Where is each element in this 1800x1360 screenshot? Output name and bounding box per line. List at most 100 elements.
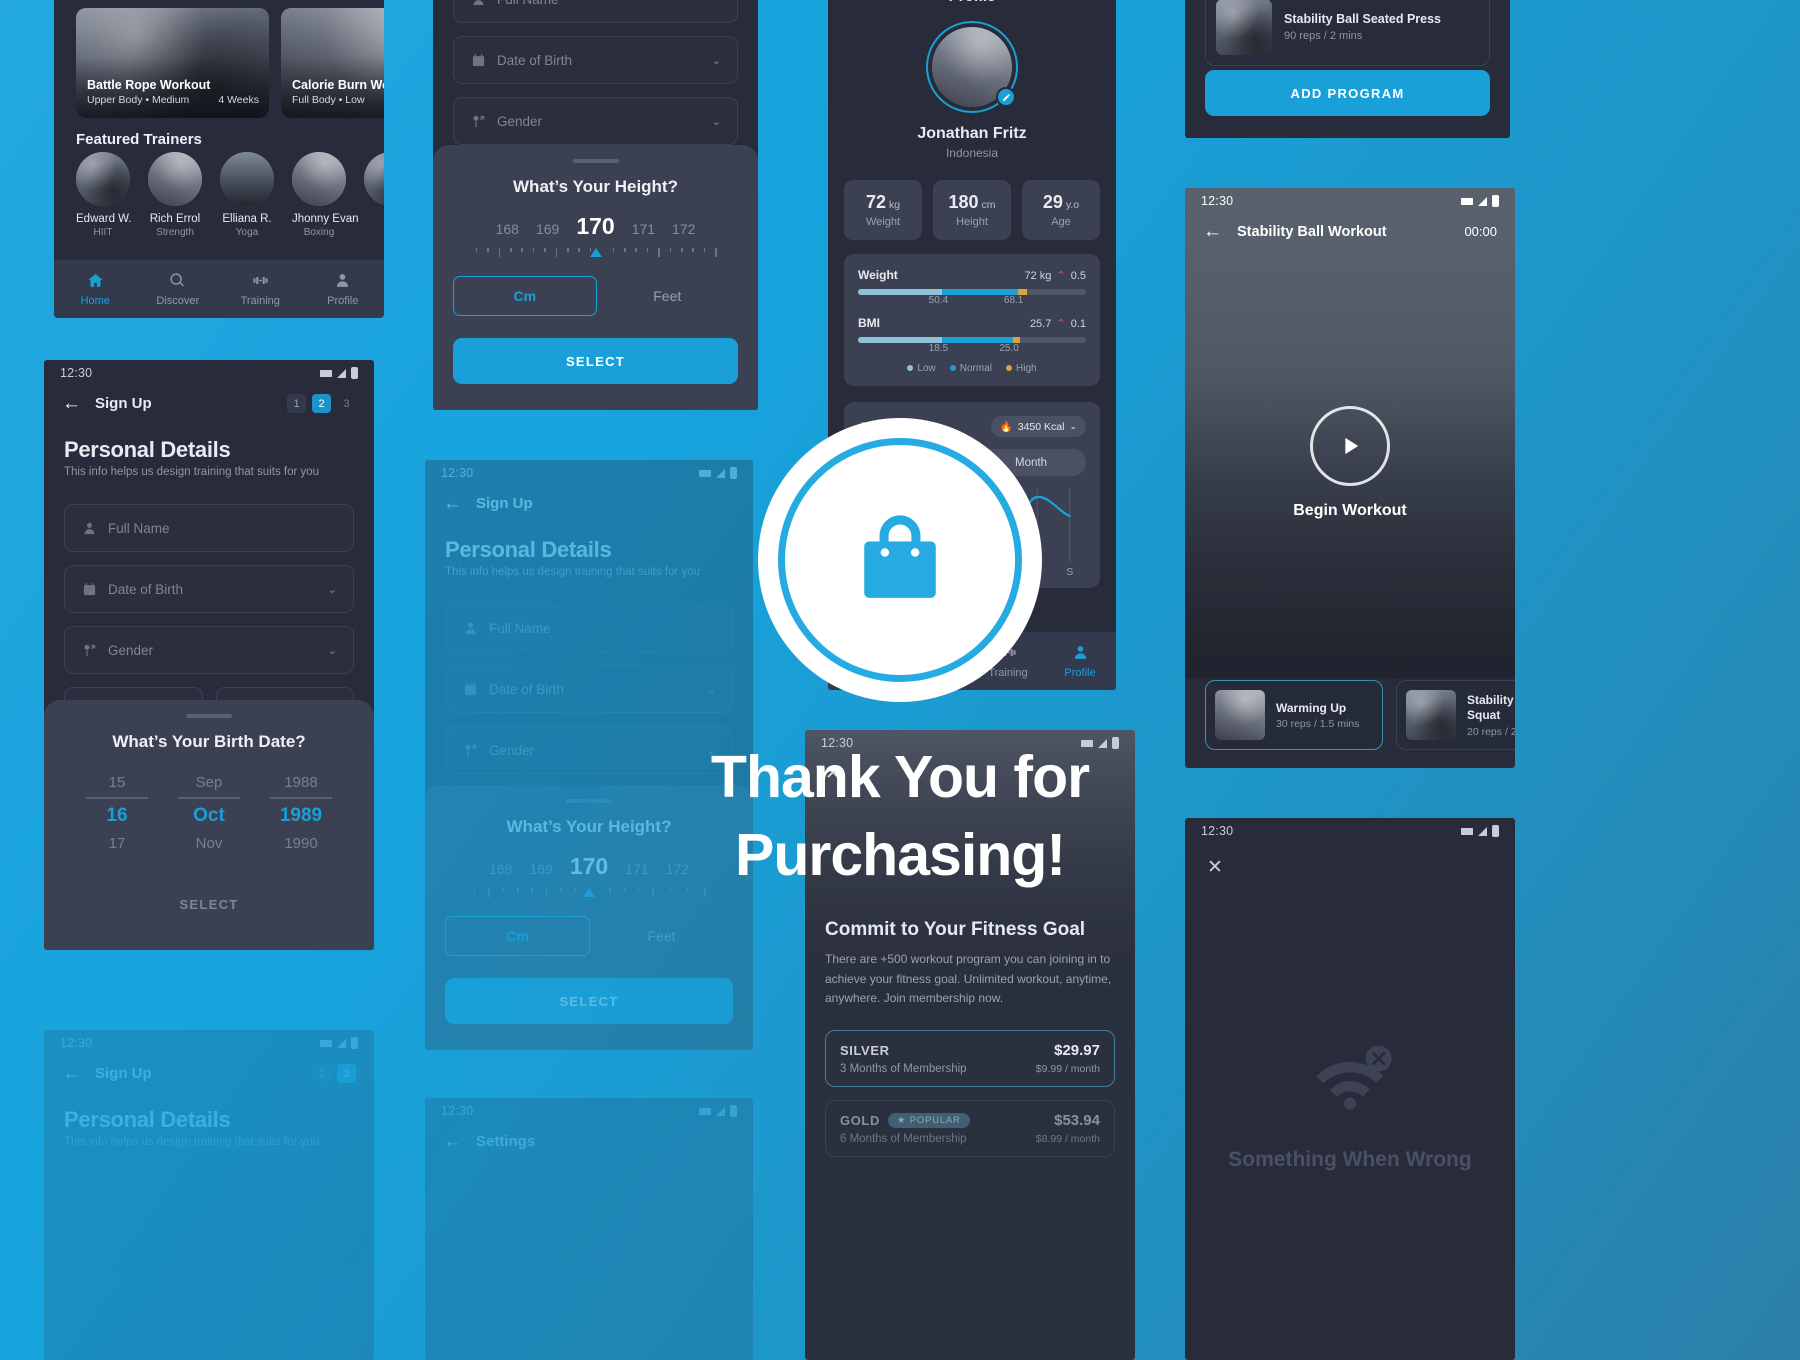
unit-toggle[interactable]: Cm Feet bbox=[445, 916, 733, 956]
program-card[interactable]: Calorie Burn Workout Full Body • Low bbox=[281, 8, 384, 118]
unit-feet-button[interactable]: Feet bbox=[590, 916, 733, 956]
thank-you-overlay: Thank You for Purchasing! bbox=[0, 418, 1800, 895]
program-card-title: Calorie Burn Workout bbox=[292, 78, 384, 92]
bottom-nav-item-home[interactable]: Home bbox=[54, 260, 137, 318]
gender-input[interactable]: Gender ⌄ bbox=[453, 97, 738, 145]
trainer-name: S bbox=[364, 213, 384, 225]
pencil-icon[interactable] bbox=[996, 87, 1016, 107]
step-2[interactable]: 2 bbox=[312, 394, 331, 413]
program-card-title: Battle Rope Workout bbox=[87, 78, 211, 92]
program-card[interactable]: Battle Rope Workout Upper Body • Medium … bbox=[76, 8, 269, 118]
metric-delta: 0.5 bbox=[1070, 269, 1086, 282]
bottom-nav-item-training[interactable]: Training bbox=[219, 260, 302, 318]
unit-cm-button[interactable]: Cm bbox=[453, 276, 597, 316]
badge-ring bbox=[778, 438, 1022, 682]
avatar[interactable] bbox=[926, 21, 1018, 113]
shopping-bag-icon bbox=[856, 512, 944, 609]
signal-icon bbox=[1478, 196, 1487, 206]
person-icon bbox=[470, 0, 486, 7]
trainer-item[interactable]: Elliana R. Yoga bbox=[220, 152, 274, 238]
avatar bbox=[220, 152, 274, 206]
metric-low: 18.5 bbox=[928, 343, 949, 354]
unit-feet-button[interactable]: Feet bbox=[597, 276, 739, 316]
program-card-meta: Upper Body • Medium bbox=[87, 94, 190, 106]
trainer-specialty: Strength bbox=[156, 227, 194, 238]
ruler-value[interactable]: 171 bbox=[632, 221, 655, 237]
step-2[interactable]: 2 bbox=[337, 1064, 356, 1083]
metric-label: BMI bbox=[858, 316, 880, 330]
unit-toggle[interactable]: Cm Feet bbox=[453, 276, 738, 316]
arrow-left-icon[interactable]: ← bbox=[1203, 222, 1222, 241]
trainer-item[interactable]: S bbox=[364, 152, 384, 238]
trainer-name: Rich Errol bbox=[149, 213, 201, 225]
legend-dot-low bbox=[907, 365, 914, 371]
program-detail-screen: Stability Ball Seated Press 90 reps / 2 … bbox=[1185, 0, 1510, 138]
caret-up-icon: ⌃ bbox=[1056, 317, 1066, 330]
ruler-value[interactable]: 172 bbox=[672, 221, 695, 237]
arrow-left-icon[interactable]: ← bbox=[443, 1132, 462, 1151]
page-title: Profile bbox=[949, 0, 996, 5]
metric-low: 50.4 bbox=[928, 295, 949, 306]
plan-subtitle: 6 Months of Membership bbox=[840, 1133, 967, 1145]
ruler-selected-value[interactable]: 170 bbox=[576, 213, 614, 240]
plan-subtitle: 3 Months of Membership bbox=[840, 1063, 967, 1075]
trainer-specialty: Boxing bbox=[303, 227, 335, 238]
select-button[interactable]: SELECT bbox=[445, 978, 733, 1024]
app-bar: ← Sign Up 1 2 bbox=[44, 1056, 374, 1089]
step-indicator: 1 2 3 bbox=[287, 394, 356, 413]
ruler-value[interactable]: 168 bbox=[496, 221, 519, 237]
trainer-name: Edward W. bbox=[76, 213, 132, 225]
plan-card-silver[interactable]: SILVER $29.97 3 Months of Membership $9.… bbox=[825, 1030, 1115, 1087]
battery-icon bbox=[351, 367, 358, 379]
no-connection-icon bbox=[1316, 1045, 1392, 1110]
arrow-left-icon[interactable]: ← bbox=[62, 394, 81, 413]
profile-name: Jonathan Fritz bbox=[917, 125, 1027, 142]
more-horizontal-icon[interactable]: ••• bbox=[1079, 0, 1100, 4]
avatar bbox=[76, 152, 130, 206]
error-title: Something When Wrong bbox=[1228, 1148, 1472, 1171]
plan-per-month: $8.99 / month bbox=[1035, 1133, 1100, 1145]
unit-cm-button[interactable]: Cm bbox=[445, 916, 590, 956]
signal-icon bbox=[337, 1038, 346, 1048]
avatar bbox=[292, 152, 346, 206]
trainer-item[interactable]: Rich Errol Strength bbox=[148, 152, 202, 238]
stat-value: 72 bbox=[865, 192, 886, 212]
exercise-card[interactable]: Stability Ball Seated Press 90 reps / 2 … bbox=[1205, 0, 1490, 66]
field-placeholder: Full Name bbox=[497, 0, 559, 7]
metric-label: Weight bbox=[858, 268, 898, 282]
plan-card-gold[interactable]: GOLD ★ POPULAR $53.94 6 Months of Member… bbox=[825, 1100, 1115, 1157]
profile-country: Indonesia bbox=[945, 146, 999, 160]
sheet-grab-handle[interactable] bbox=[572, 159, 619, 163]
field-placeholder: Gender bbox=[497, 113, 543, 129]
stat-unit: y.o bbox=[1065, 199, 1080, 211]
bottom-nav-label: Home bbox=[80, 294, 110, 307]
arrow-left-icon[interactable]: ← bbox=[62, 1064, 81, 1083]
date-of-birth-input[interactable]: Date of Birth ⌄ bbox=[453, 36, 738, 84]
stat-unit: kg bbox=[888, 199, 901, 211]
plan-name: SILVER bbox=[840, 1043, 890, 1058]
ruler-value[interactable]: 169 bbox=[536, 221, 559, 237]
avatar bbox=[148, 152, 202, 206]
metric-delta: 0.1 bbox=[1070, 317, 1086, 330]
metrics-card: Weight 72 kg ⌃ 0.5 50.4 68.1 BMI 25.7 ⌃ … bbox=[844, 254, 1100, 386]
step-1[interactable]: 1 bbox=[287, 394, 306, 413]
program-card-meta: Full Body • Low bbox=[292, 94, 365, 106]
select-button[interactable]: SELECT bbox=[453, 338, 738, 384]
step-1[interactable]: 1 bbox=[312, 1064, 331, 1083]
full-name-input[interactable]: Full Name bbox=[453, 0, 738, 23]
bottom-nav-item-discover[interactable]: Discover bbox=[137, 260, 220, 318]
trainer-specialty: Yoga bbox=[235, 227, 259, 238]
trainer-item[interactable]: Edward W. HIIT bbox=[76, 152, 132, 238]
section-heading: Personal Details bbox=[64, 1107, 231, 1132]
chevron-down-icon: ⌄ bbox=[711, 54, 721, 67]
add-program-button[interactable]: ADD PROGRAM bbox=[1205, 70, 1490, 116]
bottom-nav-item-profile[interactable]: Profile bbox=[302, 260, 385, 318]
error-illustration: Something When Wrong bbox=[1185, 1027, 1515, 1172]
metric-high: 25.0 bbox=[999, 343, 1019, 354]
wifi-icon bbox=[699, 1107, 711, 1115]
step-3[interactable]: 3 bbox=[337, 394, 356, 413]
trainer-item[interactable]: Jhonny Evan Boxing bbox=[292, 152, 359, 238]
wifi-icon bbox=[320, 1039, 332, 1047]
plan-per-month: $9.99 / month bbox=[1035, 1063, 1100, 1075]
height-ruler[interactable]: 168 169 170 171 172 bbox=[453, 213, 738, 262]
